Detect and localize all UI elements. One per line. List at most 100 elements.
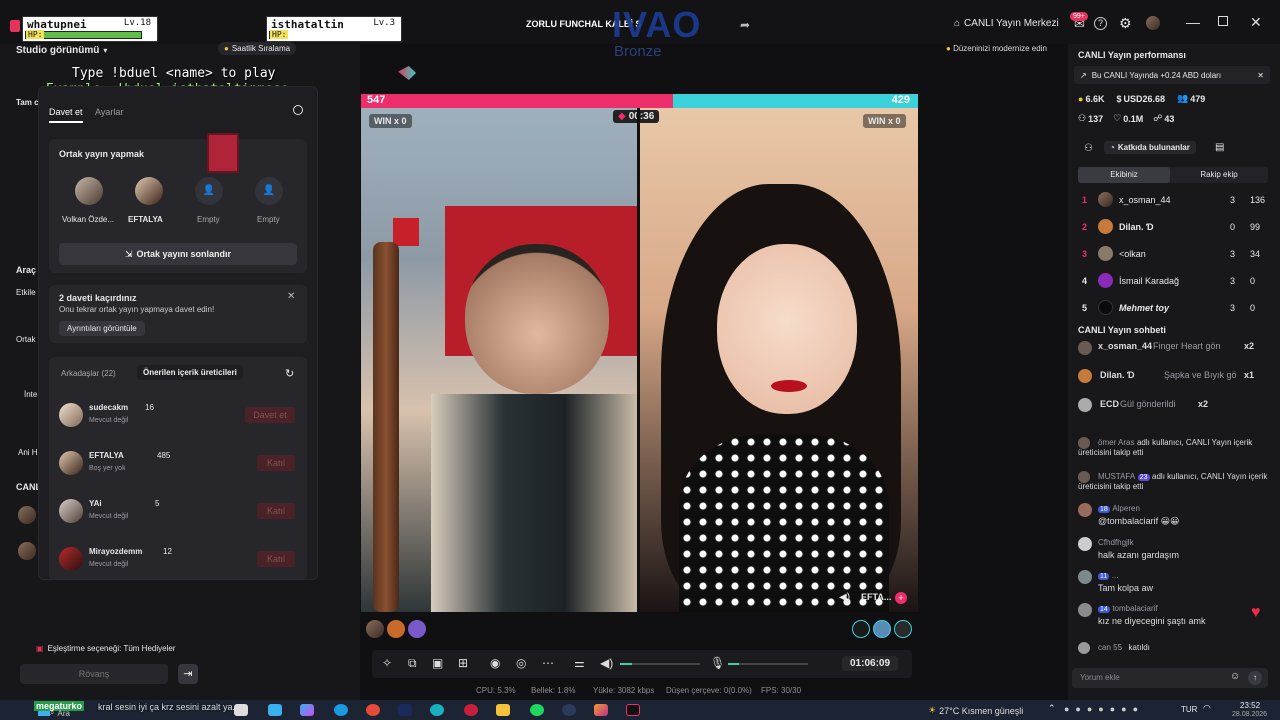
exit-battle-icon[interactable]: ⇥ <box>178 664 198 684</box>
side-avatar-1[interactable] <box>18 506 36 524</box>
layout-icon[interactable]: ⧉ <box>408 656 417 671</box>
join-button[interactable]: Katıl <box>257 503 295 519</box>
emoji-icon[interactable]: ☺ <box>1230 671 1240 682</box>
add-user-icon[interactable]: ⚇ <box>1084 143 1093 154</box>
invite-button[interactable]: Davet et <box>245 407 295 423</box>
browser-icon[interactable] <box>366 704 380 716</box>
send-icon[interactable]: ↑ <box>1248 671 1262 685</box>
chat-user[interactable]: tombalaciarif <box>1112 604 1157 613</box>
settings-gear-icon[interactable]: ⚙ <box>1119 15 1132 32</box>
chat-user[interactable]: Cfhdfhgjlk <box>1098 538 1134 547</box>
table-row[interactable]: 1 x_osman_44 3 136 <box>1078 192 1268 210</box>
tab-friends[interactable]: Arkadaşlar (22) <box>61 369 116 378</box>
tab-your-team[interactable]: Ekibiniz <box>1078 167 1170 183</box>
timer-label: 00:36 <box>628 111 655 122</box>
avatar[interactable] <box>894 620 912 638</box>
help-icon[interactable]: ? <box>1094 17 1107 30</box>
join-button[interactable]: Katıl <box>257 455 295 471</box>
end-cohost-button[interactable]: ⇲ Ortak yayını sonlandır <box>59 243 297 265</box>
close-icon[interactable]: ✕ <box>1250 14 1262 31</box>
comment-input[interactable]: Yorum ekle ☺ ↑ <box>1072 668 1268 688</box>
taskbar-search-label: Ara <box>57 708 70 718</box>
side-avatar-2[interactable] <box>18 542 36 560</box>
avatar[interactable] <box>387 620 405 638</box>
speaker-icon[interactable]: ◀) <box>839 592 850 603</box>
tab-settings[interactable]: Ayarlar <box>95 107 123 117</box>
match-option[interactable]: ▣ Eşleştirme seçeneği: Tüm Hediyeler <box>36 644 175 653</box>
table-row[interactable]: 2 Dilan. Ɗ 0 99 <box>1078 219 1268 237</box>
modernize-tip[interactable]: ● Düzeninizi modernize edin <box>946 44 1047 53</box>
table-row[interactable]: 5 Mehmet toy 3 0 <box>1078 300 1268 318</box>
cohost-slot-4-avatar[interactable]: 👤 <box>255 177 283 205</box>
chat-user[interactable]: MUSTAFA <box>1098 472 1135 481</box>
files-icon[interactable] <box>234 704 248 716</box>
friend-status: Mevcut değil <box>89 561 129 568</box>
close-icon[interactable]: ✕ <box>287 291 295 302</box>
close-icon[interactable]: ✕ <box>1257 71 1264 80</box>
minimize-icon[interactable]: — <box>1186 14 1200 30</box>
start-grid-icon[interactable] <box>268 704 282 716</box>
media-icon[interactable] <box>398 704 412 716</box>
microphone-icon[interactable]: 🎙 <box>710 656 725 670</box>
chat-message: 11 ... Tam kolpa aw <box>1078 570 1268 596</box>
effects-icon[interactable]: ✧ <box>382 656 392 670</box>
record-icon[interactable]: ◉ <box>490 656 500 670</box>
cohost-slot-1-avatar[interactable] <box>75 177 103 205</box>
clock-date[interactable]: 28.08.2026 <box>1232 711 1267 718</box>
chat-user[interactable]: ömer Aras <box>1098 438 1134 447</box>
volume-icon[interactable]: ◀) <box>600 656 613 670</box>
weather-widget[interactable]: ☀ 27°C Kısmen güneşli <box>928 705 1023 716</box>
follow-plus-icon[interactable]: + <box>895 592 907 604</box>
clock-time[interactable]: 23:52 <box>1240 701 1260 710</box>
record-app-icon[interactable] <box>464 704 478 716</box>
cohost-slot-2-avatar[interactable] <box>135 177 163 205</box>
camera-icon[interactable]: ▣ <box>432 656 443 670</box>
wifi-icon[interactable]: ◠ <box>1203 703 1211 714</box>
rematch-button[interactable]: Rövanş <box>20 664 168 684</box>
volume-slider[interactable] <box>620 663 700 665</box>
table-row[interactable]: 4 İsmail Karadağ 3 0 <box>1078 273 1268 291</box>
table-row[interactable]: 3 <olkan 3 34 <box>1078 246 1268 264</box>
maximize-icon[interactable] <box>1218 16 1228 26</box>
chat-user[interactable]: Alperen <box>1112 504 1140 513</box>
gift-goal-icon[interactable]: ◎ <box>516 656 526 670</box>
steam-icon[interactable] <box>562 704 576 716</box>
more-icon[interactable]: ⋯ <box>542 656 554 670</box>
profile-avatar[interactable] <box>1146 16 1160 30</box>
cohost-slot-3-avatar[interactable]: 👤 <box>195 177 223 205</box>
side-label-0[interactable]: Tam c <box>16 98 39 107</box>
tray-chevron-up-icon[interactable]: ⌃ <box>1048 703 1056 714</box>
studio-view-dropdown[interactable]: Studio görünümü ▾ <box>16 45 107 56</box>
avatar[interactable] <box>873 620 891 638</box>
tab-opponent-team[interactable]: Rakip ekip <box>1170 167 1268 183</box>
mixer-icon[interactable]: ⚌ <box>574 656 585 670</box>
avatar[interactable] <box>366 620 384 638</box>
avatar[interactable] <box>852 620 870 638</box>
add-source-icon[interactable]: ⊞ <box>458 656 468 670</box>
folder-icon[interactable] <box>496 704 510 716</box>
language-indicator[interactable]: TUR <box>1181 705 1197 714</box>
view-details-button[interactable]: Ayrıntıları görüntüle <box>59 321 145 336</box>
side-label-3[interactable]: Ortak <box>16 335 36 344</box>
join-button[interactable]: Katıl <box>257 551 295 567</box>
chat-user[interactable]: can 55 <box>1098 643 1122 652</box>
refresh-icon[interactable]: ↻ <box>285 367 294 380</box>
spotify-icon[interactable] <box>530 704 544 716</box>
avatar[interactable] <box>408 620 426 638</box>
live-center-button[interactable]: ⌂ CANLI Yayın Merkezi <box>954 18 1059 29</box>
tab-suggested-creators[interactable]: Önerilen içerik üreticileri <box>137 365 243 380</box>
share-icon[interactable]: ➦ <box>740 18 750 32</box>
search-icon[interactable] <box>293 105 303 115</box>
tab-invite[interactable]: Davet et <box>49 107 83 123</box>
contributors-button[interactable]: ◔ Katkıda bulunanlar <box>1104 141 1196 154</box>
chat-user[interactable]: ... <box>1112 571 1119 580</box>
edge-icon[interactable] <box>334 704 348 716</box>
copilot-icon[interactable] <box>300 704 314 716</box>
instagram-icon[interactable] <box>594 704 608 716</box>
taskbar-search[interactable]: ⌕ Ara <box>50 708 70 718</box>
document-icon[interactable]: ▤ <box>1215 142 1224 153</box>
mic-slider[interactable] <box>728 663 808 665</box>
active-app-icon[interactable] <box>430 704 444 716</box>
hourly-ranking-chip[interactable]: ● Saatlik Sıralama <box>218 42 297 55</box>
tiktok-icon[interactable] <box>626 704 640 716</box>
